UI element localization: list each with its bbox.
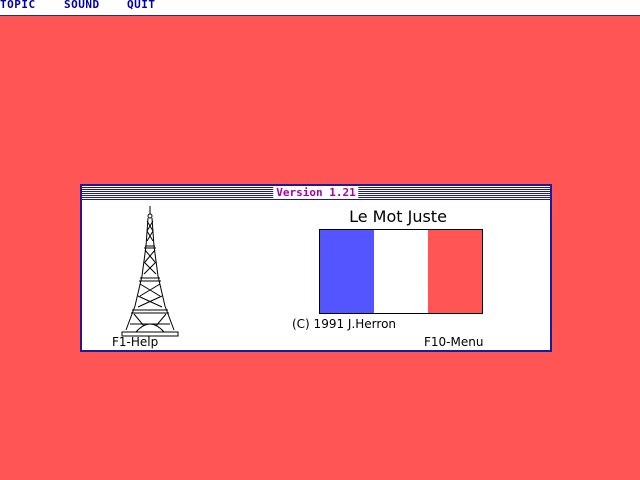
french-flag xyxy=(319,229,483,314)
menu-topic[interactable]: TOPIC xyxy=(0,0,36,12)
flag-white-stripe xyxy=(374,230,428,313)
copyright-text: (C) 1991 J.Herron xyxy=(292,317,397,331)
app-title: Le Mot Juste xyxy=(349,207,447,226)
f10-menu-hint[interactable]: F10-Menu xyxy=(424,335,483,349)
flag-blue-stripe xyxy=(320,230,374,313)
flag-red-stripe xyxy=(428,230,482,313)
about-dialog: Version 1.21 Le Mot Juste (C) 1991 J.Her xyxy=(80,184,552,352)
version-label: Version 1.21 xyxy=(273,186,359,199)
menu-sound[interactable]: SOUND xyxy=(64,0,100,12)
f1-help-hint[interactable]: F1-Help xyxy=(112,335,158,349)
dialog-title-bar: Version 1.21 xyxy=(82,186,550,200)
menu-quit[interactable]: QUIT xyxy=(127,0,156,12)
eiffel-tower-icon xyxy=(121,206,179,337)
menu-bar: TOPIC SOUND QUIT xyxy=(0,0,640,16)
